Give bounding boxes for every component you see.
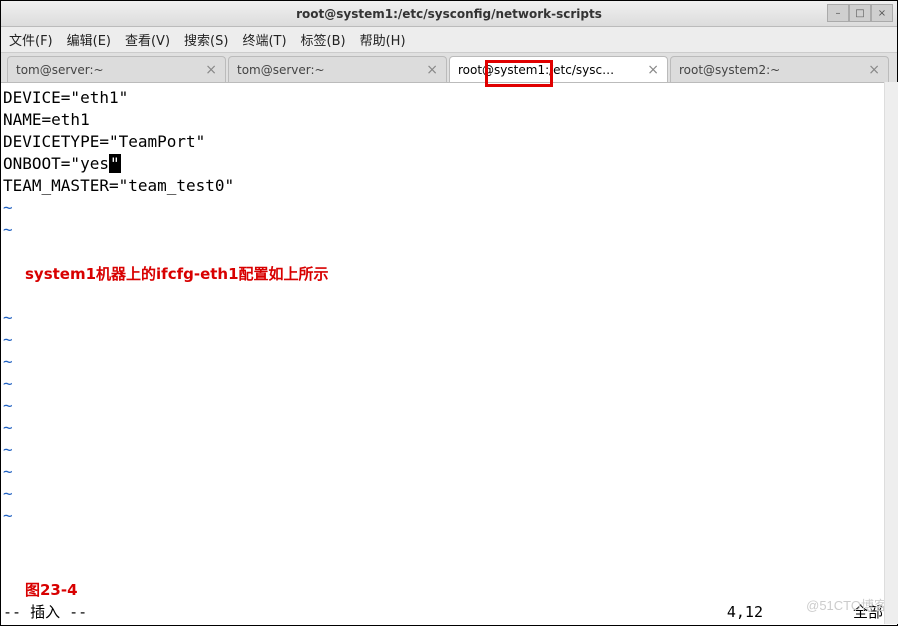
vim-tilde: ~ — [3, 505, 895, 527]
close-button[interactable]: × — [871, 4, 893, 22]
menu-view[interactable]: 查看(V) — [125, 30, 170, 49]
menu-help[interactable]: 帮助(H) — [360, 30, 406, 49]
vim-tilde: ~ — [3, 461, 895, 483]
editor-line: DEVICE="eth1" — [3, 87, 895, 109]
vim-mode: -- 插入 -- — [3, 601, 87, 623]
vim-tilde: ~ — [3, 417, 895, 439]
tab-label: tom@server:~ — [16, 63, 199, 77]
editor-line: TEAM_MASTER="team_test0" — [3, 175, 895, 197]
menu-tabs[interactable]: 标签(B) — [301, 30, 346, 49]
editor-line: DEVICETYPE="TeamPort" — [3, 131, 895, 153]
vim-tilde: ~ — [3, 219, 895, 241]
titlebar: root@system1:/etc/sysconfig/network-scri… — [1, 1, 897, 27]
figure-label: 图23-4 — [25, 579, 78, 601]
tab-label: root@system2:~ — [679, 63, 862, 77]
close-icon[interactable]: × — [205, 63, 217, 77]
editor-line: NAME=eth1 — [3, 109, 895, 131]
tabbar: tom@server:~ × tom@server:~ × root@syste… — [1, 53, 897, 83]
terminal[interactable]: DEVICE="eth1" NAME=eth1 DEVICETYPE="Team… — [1, 83, 897, 625]
vim-tilde: ~ — [3, 307, 895, 329]
menu-search[interactable]: 搜索(S) — [184, 30, 228, 49]
scrollbar[interactable] — [884, 82, 898, 624]
menubar: 文件(F) 编辑(E) 查看(V) 搜索(S) 终端(T) 标签(B) 帮助(H… — [1, 27, 897, 53]
minimize-button[interactable]: – — [827, 4, 849, 22]
vim-tilde: ~ — [3, 329, 895, 351]
blank-line — [3, 285, 895, 307]
cursor: " — [109, 154, 121, 173]
tab-4[interactable]: root@system2:~ × — [670, 56, 889, 82]
close-icon[interactable]: × — [647, 63, 659, 77]
tab-1[interactable]: tom@server:~ × — [7, 56, 226, 82]
tab-label: root@system1:/etc/sysc… — [458, 63, 641, 77]
window-controls: – □ × — [827, 4, 893, 22]
close-icon[interactable]: × — [426, 63, 438, 77]
tab-3-active[interactable]: root@system1:/etc/sysc… × — [449, 56, 668, 82]
vim-position: 4,12 — [727, 601, 763, 623]
vim-tilde: ~ — [3, 483, 895, 505]
blank-line — [3, 241, 895, 263]
window-title: root@system1:/etc/sysconfig/network-scri… — [296, 7, 602, 21]
menu-file[interactable]: 文件(F) — [9, 30, 53, 49]
vim-tilde: ~ — [3, 395, 895, 417]
editor-line-cursor: ONBOOT="yes" — [3, 153, 895, 175]
tab-label: tom@server:~ — [237, 63, 420, 77]
tab-2[interactable]: tom@server:~ × — [228, 56, 447, 82]
maximize-button[interactable]: □ — [849, 4, 871, 22]
vim-tilde: ~ — [3, 351, 895, 373]
menu-edit[interactable]: 编辑(E) — [67, 30, 111, 49]
vim-tilde: ~ — [3, 197, 895, 219]
watermark: @51CTO博客 — [806, 595, 887, 617]
menu-terminal[interactable]: 终端(T) — [242, 30, 286, 49]
vim-status-line: -- 插入 -- 4,12 全部 — [3, 601, 895, 623]
annotation-text: system1机器上的ifcfg-eth1配置如上所示 — [25, 263, 895, 285]
vim-tilde: ~ — [3, 439, 895, 461]
close-icon[interactable]: × — [868, 63, 880, 77]
vim-tilde: ~ — [3, 373, 895, 395]
